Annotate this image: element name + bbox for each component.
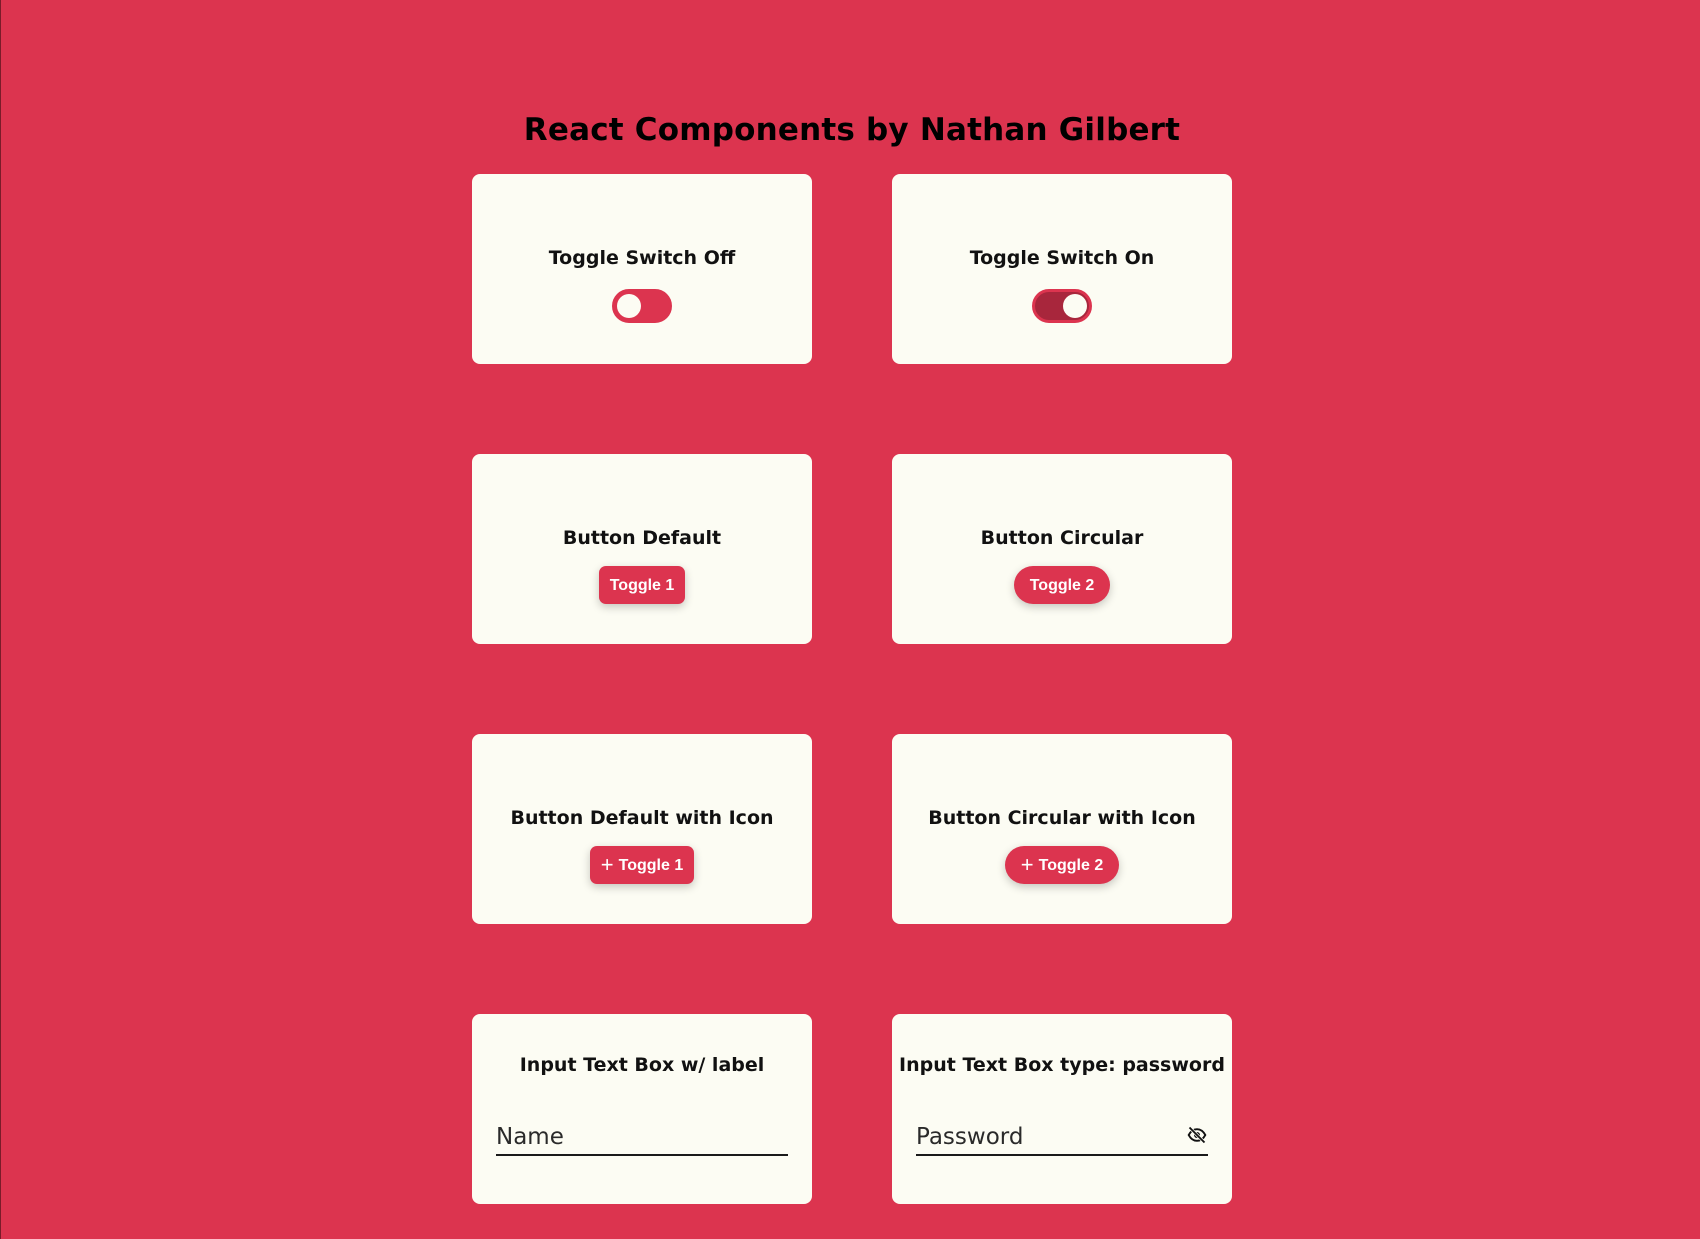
plus-icon: + — [1020, 852, 1034, 877]
eye-off-icon[interactable] — [1186, 1125, 1208, 1145]
card-title: Toggle Switch Off — [548, 247, 736, 269]
plus-icon: + — [600, 852, 614, 877]
card-input-text-label: Input Text Box w/ label — [472, 1014, 812, 1204]
toggle-2-button[interactable]: Toggle 2 — [1014, 566, 1110, 604]
toggle-2-icon-button[interactable]: + Toggle 2 — [1005, 846, 1119, 884]
toggle-switch-off[interactable] — [612, 289, 672, 323]
card-title: Button Circular with Icon — [928, 807, 1196, 829]
card-button-circular: Button Circular Toggle 2 — [892, 454, 1232, 644]
card-title: Button Circular — [980, 527, 1144, 549]
card-toggle-switch-off: Toggle Switch Off — [472, 174, 812, 364]
password-input[interactable] — [916, 1120, 1176, 1154]
card-title: Button Default with Icon — [510, 807, 774, 829]
page-title: React Components by Nathan Gilbert — [523, 112, 1181, 148]
card-button-default: Button Default Toggle 1 — [472, 454, 812, 644]
card-title: Button Default — [562, 527, 722, 549]
card-title: Input Text Box type: password — [899, 1054, 1225, 1076]
toggle-1-icon-button[interactable]: + Toggle 1 — [590, 846, 694, 884]
name-input[interactable] — [496, 1120, 788, 1154]
button-label: Toggle 2 — [1038, 857, 1104, 874]
card-title: Input Text Box w/ label — [519, 1054, 765, 1076]
toggle-knob — [617, 294, 641, 318]
name-field — [496, 1120, 788, 1156]
card-title: Toggle Switch On — [969, 247, 1155, 269]
toggle-1-button[interactable]: Toggle 1 — [599, 566, 685, 604]
card-button-default-with-icon: Button Default with Icon + Toggle 1 — [472, 734, 812, 924]
card-button-circular-with-icon: Button Circular with Icon + Toggle 2 — [892, 734, 1232, 924]
card-input-password: Input Text Box type: password — [892, 1014, 1232, 1204]
button-label: Toggle 1 — [618, 857, 684, 874]
card-toggle-switch-on: Toggle Switch On — [892, 174, 1232, 364]
left-edge — [0, 0, 1, 1239]
toggle-switch-on[interactable] — [1032, 289, 1092, 323]
password-field — [916, 1120, 1208, 1156]
toggle-knob — [1063, 294, 1087, 318]
